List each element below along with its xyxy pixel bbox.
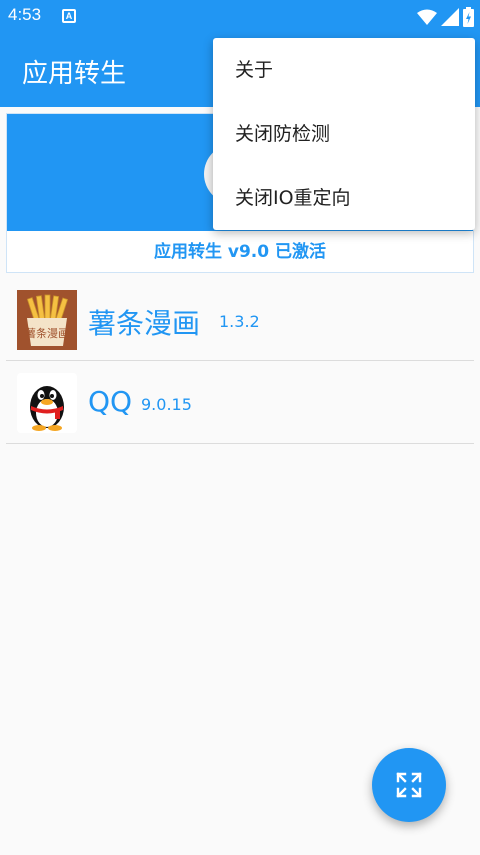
signal-icon <box>441 8 459 26</box>
app-version: 9.0.15 <box>141 395 192 414</box>
list-item[interactable]: 薯条漫画 薯条漫画 1.3.2 <box>6 278 474 361</box>
notification-icon: A <box>62 9 76 23</box>
svg-text:薯条漫画: 薯条漫画 <box>25 326 69 340</box>
battery-charging-icon <box>463 7 474 27</box>
app-title: 应用转生 <box>22 59 127 89</box>
menu-item-disable-anti-detection[interactable]: 关闭防检测 <box>213 102 475 166</box>
status-icons <box>417 6 474 28</box>
app-version: 1.3.2 <box>219 312 260 331</box>
app-name: QQ <box>88 385 133 418</box>
menu-item-disable-io-redirect[interactable]: 关闭IO重定向 <box>213 166 475 230</box>
expand-fab-button[interactable] <box>372 748 446 822</box>
app-list: 薯条漫画 薯条漫画 1.3.2 QQ 9.0.15 <box>6 278 474 444</box>
status-bar: 4:53 A <box>0 0 480 33</box>
activation-status: 应用转生 v9.0 已激活 <box>153 242 327 262</box>
menu-item-about[interactable]: 关于 <box>213 38 475 102</box>
app-name: 薯条漫画 <box>88 307 201 340</box>
qq-penguin-app-icon <box>17 373 77 433</box>
expand-arrows-icon <box>396 772 422 798</box>
status-time: 4:53 <box>8 5 42 24</box>
wifi-icon <box>417 9 437 25</box>
overflow-menu: 关于 关闭防检测 关闭IO重定向 <box>213 38 475 230</box>
shutiao-manhua-app-icon: 薯条漫画 <box>17 290 77 350</box>
list-item[interactable]: QQ 9.0.15 <box>6 361 474 444</box>
